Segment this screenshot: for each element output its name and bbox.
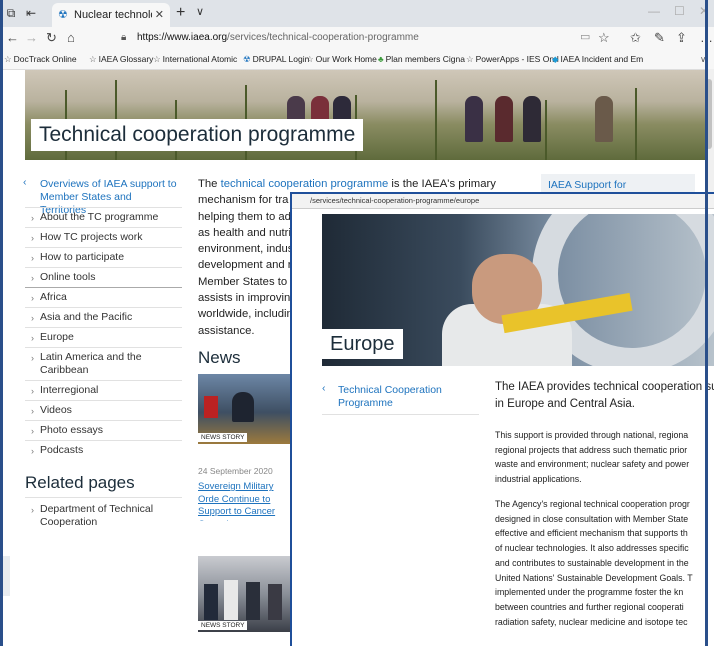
more-icon[interactable]: …: [700, 30, 713, 45]
new-tab-icon[interactable]: +: [176, 4, 185, 22]
sidebar-item-interregional[interactable]: › Interregional: [25, 380, 182, 401]
forward-icon[interactable]: →: [25, 30, 38, 45]
news-headline-link[interactable]: Sovereign Military Orde Continue to Supp…: [198, 481, 291, 521]
star-icon: ☆: [4, 54, 12, 64]
sidebar-item-how-to-participate[interactable]: › How to participate: [25, 247, 182, 268]
refresh-icon[interactable]: ↻: [46, 30, 57, 46]
url-host: https://www.iaea.org: [137, 32, 228, 43]
star-icon: ☆: [466, 54, 474, 64]
minimize-icon[interactable]: —: [648, 4, 660, 18]
favorites-bar: ☆ DocTrack Online ☆ IAEA Glossary ☆ Interna…: [0, 49, 714, 70]
sidebar-item-asia-pacific[interactable]: › Asia and the Pacific: [25, 307, 182, 328]
back-icon[interactable]: ←: [6, 30, 19, 45]
preview-url-bar: /services/technical-cooperation-programm…: [292, 194, 714, 209]
sidebar-item-africa[interactable]: › Africa: [25, 287, 182, 308]
news-story-badge: NEWS STORY: [198, 621, 248, 630]
preview-lead-text: The IAEA provides technical cooperation …: [495, 381, 714, 410]
title-bar: ⧉ ⇤ ☢ Nuclear technology for ✕ + ∨ — ☐ ✕: [0, 0, 714, 27]
site-favicon-icon: ☢: [58, 9, 68, 21]
side-panel-hint: [0, 556, 10, 596]
chevron-left-icon: ‹: [322, 382, 326, 394]
tab-title: Nuclear technology for: [74, 9, 152, 21]
browser-tab[interactable]: ☢ Nuclear technology for ✕: [52, 3, 170, 27]
sidebar-item-europe[interactable]: › Europe: [25, 327, 182, 348]
chevron-right-icon: ›: [31, 333, 34, 343]
tree-icon: ♣: [378, 54, 384, 64]
chevron-right-icon: ›: [31, 386, 34, 396]
page-title: Technical cooperation programme: [31, 119, 364, 151]
preview-paragraph: This support is provided through nationa…: [495, 430, 690, 485]
preview-paragraph: The Agency's regional technical cooperat…: [495, 499, 693, 627]
news-story-badge: NEWS STORY: [198, 433, 248, 442]
news-image[interactable]: NEWS STORY: [198, 374, 293, 444]
favorite-star-icon[interactable]: ☆: [598, 30, 610, 46]
sidebar-item-online-tools[interactable]: › Online tools: [25, 267, 182, 288]
news-date: 24 September 2020: [198, 466, 273, 476]
navigation-bar: ← → ↻ ⌂ 🔒︎ https://www.iaea.org/services…: [0, 27, 714, 49]
reading-view-icon[interactable]: ▭: [580, 30, 590, 43]
home-icon[interactable]: ⌂: [67, 30, 75, 45]
star-icon: ☆: [306, 54, 314, 64]
share-icon[interactable]: ⇪: [676, 30, 687, 46]
tc-programme-link[interactable]: technical cooperation programme: [221, 178, 389, 190]
favorite-item[interactable]: ☆ International Atomic: [153, 54, 237, 65]
sidebar-item-how-tc-projects[interactable]: › How TC projects work: [25, 227, 182, 248]
aside-support-box[interactable]: IAEA Support for: [541, 174, 695, 194]
chevron-right-icon: ›: [31, 446, 34, 456]
related-pages-heading: Related pages: [25, 473, 135, 492]
favorite-item[interactable]: ♣ Plan members Cigna: [378, 54, 465, 64]
chevron-right-icon: ›: [31, 426, 34, 436]
news-image[interactable]: NEWS STORY: [198, 556, 293, 632]
favorites-list-icon[interactable]: ✩: [630, 30, 641, 46]
sidebar-item-about[interactable]: › About the TC programme: [25, 207, 182, 228]
favorite-item[interactable]: ☆ IAEA Glossary: [89, 54, 153, 65]
maximize-icon[interactable]: ☐: [674, 4, 685, 18]
tab-actions-icon[interactable]: ⧉: [4, 6, 18, 20]
sidebar-item-latin-america[interactable]: › Latin America and the Caribbean: [25, 347, 182, 381]
news-heading: News: [198, 348, 241, 367]
scroll-thumb[interactable]: [706, 79, 712, 149]
chevron-right-icon: ›: [31, 213, 34, 223]
chevron-right-icon: ›: [31, 353, 34, 363]
set-tabs-aside-icon[interactable]: ⇤: [24, 6, 38, 20]
chevron-right-icon: ›: [31, 406, 34, 416]
sidebar-item-podcasts[interactable]: › Podcasts: [25, 440, 182, 461]
link-preview-overlay[interactable]: /services/technical-cooperation-programm…: [290, 192, 714, 646]
star-icon: ☆: [89, 54, 97, 64]
chevron-down-icon[interactable]: ∨: [196, 5, 204, 18]
sidebar-item-photo-essays[interactable]: › Photo essays: [25, 420, 182, 441]
chevron-right-icon: ›: [31, 313, 34, 323]
related-item-department[interactable]: › Department of Technical Cooperation: [25, 497, 182, 528]
chevron-right-icon: ›: [31, 505, 34, 515]
favorite-item[interactable]: ☢ DRUPAL Login: [243, 54, 309, 65]
preview-title: Europe: [322, 329, 403, 359]
favorite-item[interactable]: ◆ IAEA Incident and Em: [552, 54, 643, 65]
chevron-right-icon: ›: [31, 273, 34, 283]
sidebar-item-videos[interactable]: › Videos: [25, 400, 182, 421]
preview-nav-item[interactable]: ‹ Technical Cooperation Programme: [322, 382, 479, 415]
address-bar[interactable]: 🔒︎ https://www.iaea.org/services/technic…: [117, 29, 615, 47]
chevron-down-icon[interactable]: ∨: [700, 54, 706, 65]
pen-icon[interactable]: ✎: [654, 30, 665, 46]
chevron-right-icon: ›: [31, 253, 34, 263]
close-tab-icon[interactable]: ✕: [155, 3, 164, 27]
chevron-left-icon: ‹: [23, 176, 27, 188]
chevron-right-icon: ›: [31, 293, 34, 303]
favorite-item[interactable]: ☆ PowerApps - IES On-l: [466, 54, 559, 65]
app-icon: ◆: [552, 54, 559, 64]
favorite-item[interactable]: ☆ DocTrack Online: [4, 54, 77, 65]
lock-icon[interactable]: 🔒︎: [121, 29, 126, 47]
favorite-item[interactable]: ☆ Our Work Home: [306, 54, 377, 65]
close-window-icon[interactable]: ✕: [699, 4, 709, 18]
star-icon: ☆: [153, 54, 161, 64]
iaea-icon: ☢: [243, 54, 251, 64]
url-path: /services/technical-cooperation-programm…: [227, 32, 419, 43]
chevron-right-icon: ›: [31, 233, 34, 243]
